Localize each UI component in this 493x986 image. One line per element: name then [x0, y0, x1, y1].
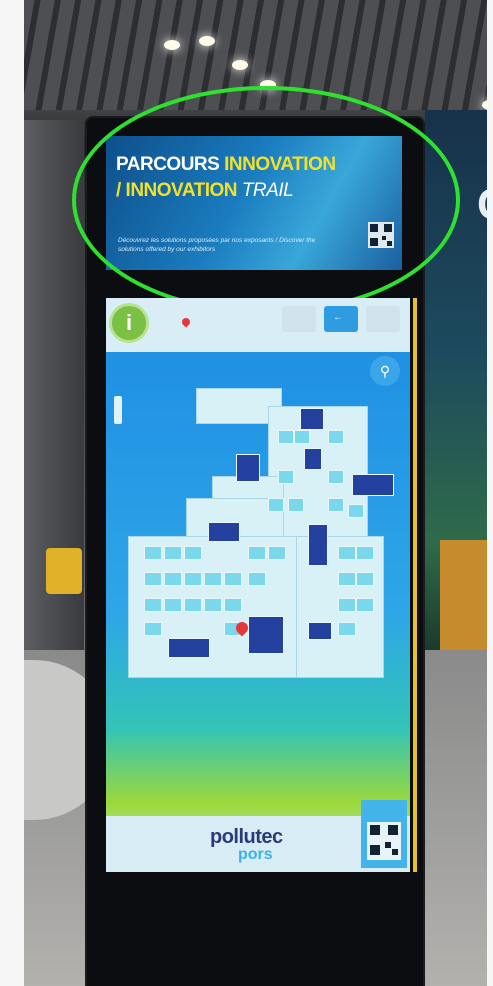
info-button[interactable]: i: [112, 306, 146, 340]
map-stand[interactable]: [356, 546, 374, 560]
highlight-circle: [72, 86, 460, 314]
map-stand[interactable]: [184, 572, 202, 586]
ceiling-light: [164, 40, 180, 50]
map-stand[interactable]: [288, 498, 304, 512]
pollutec-logo-sub: pors: [238, 846, 273, 863]
header-button[interactable]: [366, 306, 400, 332]
map-stand[interactable]: [328, 498, 344, 512]
zoom-scale[interactable]: [114, 396, 122, 424]
map-stand[interactable]: [338, 572, 356, 586]
qr-panel: [361, 800, 407, 868]
map-stand[interactable]: [328, 470, 344, 484]
map-stand[interactable]: [224, 598, 242, 612]
map-stand[interactable]: [338, 622, 356, 636]
ceiling-light: [232, 60, 248, 70]
map-stand[interactable]: [144, 598, 162, 612]
location-pin-icon: [180, 316, 192, 328]
search-icon[interactable]: ⚲: [370, 356, 400, 386]
map-stand[interactable]: [204, 598, 222, 612]
map-stand[interactable]: [338, 598, 356, 612]
map-stand[interactable]: [144, 622, 162, 636]
map-stand[interactable]: [164, 598, 182, 612]
map-stand[interactable]: [268, 498, 284, 512]
map-stand[interactable]: [184, 598, 202, 612]
photo-scene: C PARCOURS INNOVATION / INNOVATION TRAIL…: [0, 0, 493, 986]
map-stand[interactable]: [248, 616, 284, 654]
map-stand[interactable]: [144, 572, 162, 586]
map-stand[interactable]: [204, 572, 222, 586]
map-stand[interactable]: [278, 430, 294, 444]
booth-counter: [440, 540, 487, 660]
image-border-left: [0, 0, 24, 986]
map-stand[interactable]: [348, 504, 364, 518]
floor-plan-map[interactable]: [128, 386, 394, 686]
map-stand[interactable]: [248, 572, 266, 586]
map-stand[interactable]: [208, 522, 240, 542]
map-stand[interactable]: [236, 454, 260, 482]
map-stand[interactable]: [356, 598, 374, 612]
arrow-left-icon: ←: [333, 312, 343, 323]
map-stand[interactable]: [338, 546, 356, 560]
map-stand[interactable]: [164, 572, 182, 586]
back-button[interactable]: ←: [324, 306, 358, 332]
touch-screen[interactable]: i ← ⚲ pollutec pors: [106, 298, 410, 872]
map-stand[interactable]: [356, 572, 374, 586]
map-stand[interactable]: [352, 474, 394, 496]
map-stand[interactable]: [164, 546, 182, 560]
map-stand[interactable]: [328, 430, 344, 444]
map-stand[interactable]: [268, 546, 286, 560]
map-stand[interactable]: [184, 546, 202, 560]
ceiling-light: [199, 36, 215, 46]
map-stand[interactable]: [304, 448, 322, 470]
screen-header: i ←: [106, 298, 410, 352]
qr-code-icon: [367, 822, 401, 860]
screen-footer: pollutec pors: [106, 800, 410, 872]
yellow-chair: [46, 548, 82, 594]
map-stand[interactable]: [248, 546, 266, 560]
map-stand[interactable]: [168, 638, 210, 658]
map-stand[interactable]: [300, 408, 324, 430]
map-stand[interactable]: [294, 430, 310, 444]
image-border-right: [487, 0, 493, 986]
map-stand[interactable]: [224, 572, 242, 586]
map-stand[interactable]: [308, 524, 328, 566]
map-stand[interactable]: [278, 470, 294, 484]
map-stand[interactable]: [308, 622, 332, 640]
header-button[interactable]: [282, 306, 316, 332]
kiosk-edge: [413, 298, 417, 872]
map-stand[interactable]: [144, 546, 162, 560]
